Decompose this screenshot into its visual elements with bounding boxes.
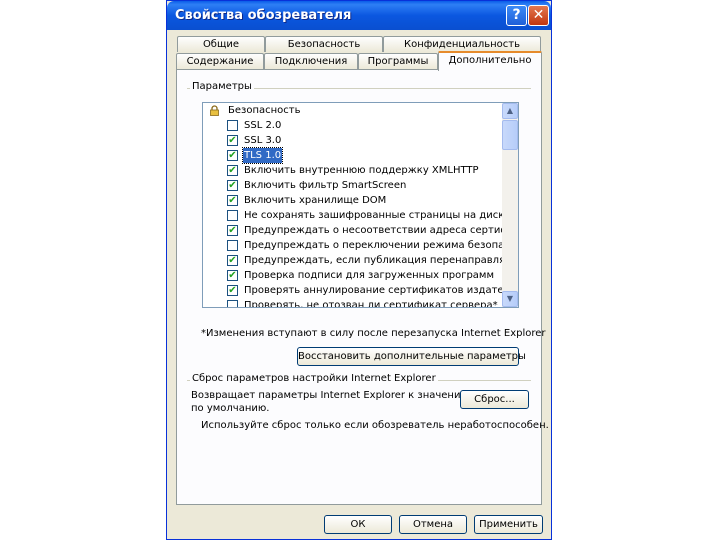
settings-scrollbar[interactable]: ▲ ▼ — [502, 103, 518, 307]
setting-checkbox[interactable]: ✔ — [227, 165, 238, 176]
setting-row[interactable]: ✔ Проверка подписи для загруженных програ… — [203, 268, 502, 283]
setting-row[interactable]: ✔ Проверять аннулирование сертификатов из… — [203, 283, 502, 298]
setting-checkbox[interactable] — [227, 120, 238, 131]
restore-advanced-button[interactable]: Восстановить дополнительные параметры — [297, 347, 526, 366]
setting-label: SSL 3.0 — [244, 135, 282, 146]
setting-row[interactable]: Предупреждать о переключении режима безо… — [203, 238, 502, 253]
setting-label: Не сохранять зашифрованные страницы на д… — [244, 210, 502, 221]
reset-description-line1: Возвращает параметры Internet Explorer к… — [191, 390, 475, 401]
close-icon[interactable]: ✕ — [528, 5, 549, 26]
scroll-up-arrow-icon[interactable]: ▲ — [502, 103, 518, 119]
setting-checkbox[interactable] — [227, 210, 238, 221]
setting-row[interactable]: ✔ TLS 1.0 — [203, 147, 502, 164]
check-icon: ✔ — [228, 285, 237, 296]
help-icon[interactable]: ? — [506, 5, 527, 26]
internet-options-dialog: Свойства обозревателя ? ✕ Общие Безопасн… — [166, 0, 552, 540]
setting-label: Предупреждать о переключении режима безо… — [244, 240, 502, 251]
check-icon: ✔ — [228, 225, 237, 236]
setting-checkbox[interactable]: ✔ — [227, 135, 238, 146]
tab-connections[interactable]: Подключения — [264, 53, 358, 69]
check-icon: ✔ — [228, 165, 237, 176]
tab-general[interactable]: Общие — [177, 36, 265, 52]
setting-checkbox[interactable]: ✔ — [227, 255, 238, 266]
settings-group-label: Параметры — [190, 81, 254, 92]
tab-privacy[interactable]: Конфиденциальность — [383, 36, 541, 52]
setting-checkbox[interactable]: ✔ — [227, 195, 238, 206]
check-icon: ✔ — [228, 270, 237, 281]
category-label: Безопасность — [228, 105, 301, 116]
reset-button[interactable]: Сброс... — [460, 390, 529, 409]
reset-group-label: Сброс параметров настройки Internet Expl… — [190, 373, 438, 384]
setting-row[interactable]: ✔ SSL 3.0 — [203, 133, 502, 148]
lock-icon — [210, 105, 219, 116]
setting-label: SSL 2.0 — [244, 120, 282, 131]
setting-label: Проверка подписи для загруженных програм… — [244, 270, 495, 281]
reset-hint: Используйте сброс только если обозревате… — [201, 420, 549, 431]
setting-label: Проверять аннулирование сертификатов изд… — [244, 285, 502, 296]
setting-checkbox[interactable]: ✔ — [227, 180, 238, 191]
setting-label: Предупреждать о несоответствии адреса се… — [244, 225, 502, 236]
cancel-button[interactable]: Отмена — [399, 515, 467, 534]
setting-checkbox[interactable] — [227, 300, 238, 307]
setting-row[interactable]: Проверять, не отозван ли сертификат серв… — [203, 298, 502, 307]
setting-row[interactable]: ✔ Предупреждать о несоответствии адреса с… — [203, 223, 502, 238]
apply-button[interactable]: Применить — [474, 515, 543, 534]
advanced-panel: Параметры Безопасность SSL 2.0 ✔ SSL 3.0 ✔ T… — [176, 69, 549, 505]
tab-content[interactable]: Содержание — [176, 53, 264, 69]
reset-description-line2: по умолчанию. — [191, 403, 270, 414]
setting-row[interactable]: SSL 2.0 — [203, 118, 502, 133]
scroll-down-arrow-icon[interactable]: ▼ — [502, 291, 518, 307]
check-icon: ✔ — [228, 195, 237, 206]
setting-checkbox[interactable] — [227, 240, 238, 251]
setting-checkbox[interactable]: ✔ — [227, 150, 238, 161]
setting-row[interactable]: ✔ Включить внутреннюю поддержку XMLHTTP — [203, 163, 502, 178]
setting-checkbox[interactable]: ✔ — [227, 285, 238, 296]
setting-row[interactable]: ✔ Включить хранилище DOM — [203, 193, 502, 208]
check-icon: ✔ — [228, 135, 237, 146]
title-bar[interactable]: Свойства обозревателя ? ✕ — [167, 1, 551, 30]
setting-row[interactable]: ✔ Предупреждать, если публикация перенапр… — [203, 253, 502, 268]
check-icon: ✔ — [228, 150, 237, 161]
setting-checkbox[interactable]: ✔ — [227, 270, 238, 281]
tab-advanced[interactable]: Дополнительно — [438, 51, 542, 71]
setting-checkbox[interactable]: ✔ — [227, 225, 238, 236]
setting-label: Проверять, не отозван ли сертификат серв… — [244, 300, 498, 307]
setting-label: Предупреждать, если публикация перенапра… — [244, 255, 502, 266]
setting-row[interactable]: ✔ Включить фильтр SmartScreen — [203, 178, 502, 193]
window-title: Свойства обозревателя — [175, 8, 352, 23]
setting-label: Включить фильтр SmartScreen — [244, 180, 407, 191]
settings-tree-rows: Безопасность SSL 2.0 ✔ SSL 3.0 ✔ TLS 1.0 ✔ Вкл… — [203, 103, 502, 307]
setting-label: Включить внутреннюю поддержку XMLHTTP — [244, 165, 479, 176]
check-icon: ✔ — [228, 180, 237, 191]
setting-row[interactable]: Не сохранять зашифрованные страницы на д… — [203, 208, 502, 223]
setting-label: Включить хранилище DOM — [244, 195, 387, 206]
check-icon: ✔ — [228, 255, 237, 266]
tab-programs[interactable]: Программы — [358, 53, 438, 69]
ok-button[interactable]: ОК — [324, 515, 392, 534]
scroll-thumb[interactable] — [502, 120, 518, 150]
restart-note: *Изменения вступают в силу после перезап… — [201, 328, 546, 339]
settings-tree[interactable]: Безопасность SSL 2.0 ✔ SSL 3.0 ✔ TLS 1.0 ✔ Вкл… — [202, 102, 519, 308]
setting-label: TLS 1.0 — [241, 147, 284, 164]
tab-security[interactable]: Безопасность — [265, 36, 383, 52]
category-row: Безопасность — [203, 103, 502, 118]
